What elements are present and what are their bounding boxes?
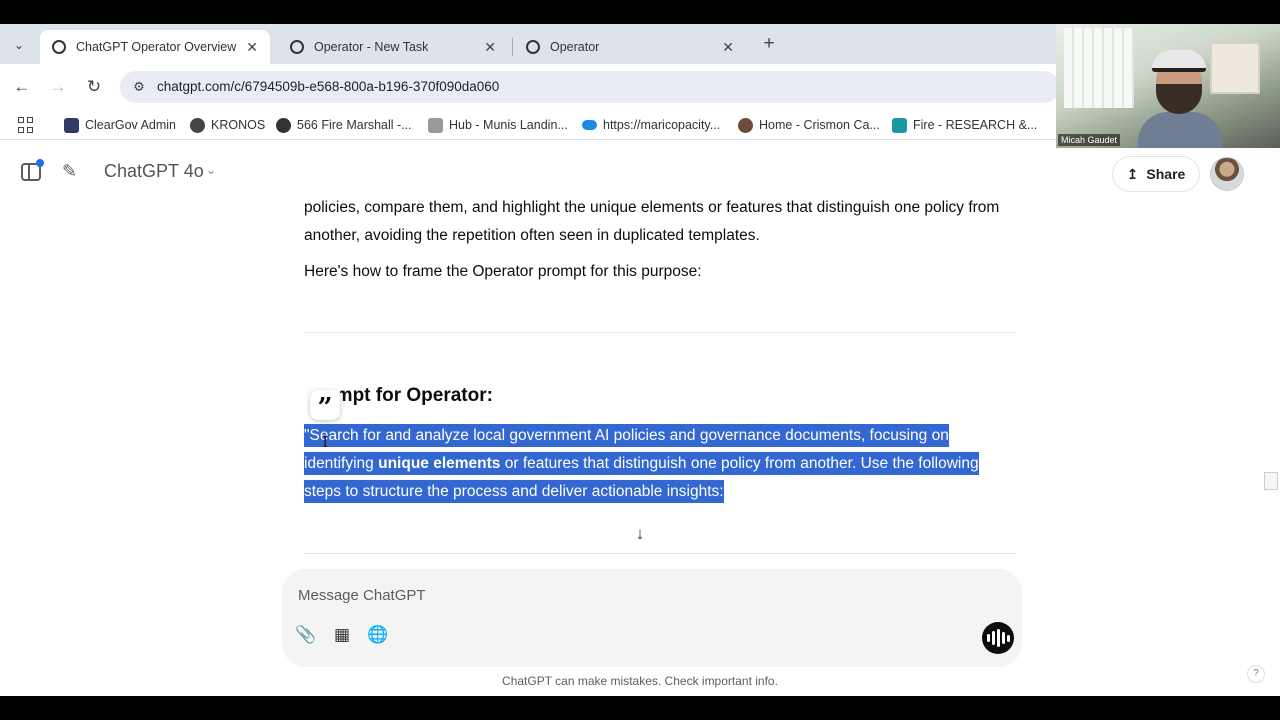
hub-icon [428, 117, 443, 133]
bookmark-label: 566 Fire Marshall -... [297, 118, 412, 132]
scrollbar-thumb[interactable] [1264, 472, 1278, 490]
bookmark-label: Hub - Munis Landin... [449, 118, 568, 132]
voice-mode-button[interactable] [982, 622, 1014, 654]
message-input[interactable] [298, 583, 898, 607]
section-divider [304, 332, 1016, 333]
selected-text-bold: unique elements [378, 455, 501, 472]
close-icon[interactable]: ✕ [484, 39, 496, 56]
user-avatar[interactable] [1210, 157, 1244, 191]
tab-separator [512, 38, 513, 56]
cleargov-icon [64, 117, 79, 133]
openai-icon [290, 40, 304, 54]
presenter-video [1138, 48, 1222, 148]
bookmark-kronos[interactable]: KRONOS [190, 115, 265, 135]
presenter-name: Micah Gaudet [1058, 134, 1121, 146]
bookmark-maricopacity[interactable]: https://maricopacity... [582, 115, 720, 135]
response-paragraph: policies, compare them, and highlight th… [304, 199, 1000, 244]
tab-chatgpt-operator-overview[interactable]: ChatGPT Operator Overview ✕ [40, 30, 270, 64]
bookmark-label: ClearGov Admin [85, 118, 177, 132]
share-button[interactable]: ↥ Share [1112, 156, 1200, 192]
openai-icon [52, 40, 66, 54]
tools-icon[interactable]: ▦ [330, 623, 354, 647]
bookmark-label: KRONOS [211, 118, 266, 132]
globe-search-icon[interactable]: 🌐 [366, 623, 390, 647]
bookmark-label: Home - Crismon Ca... [759, 118, 880, 132]
reload-icon[interactable]: ↻ [83, 76, 105, 98]
cloud-icon [582, 120, 597, 130]
webcam-overlay: Micah Gaudet [1056, 24, 1280, 148]
bookmark-hub-munis[interactable]: Hub - Munis Landin... [428, 115, 568, 135]
tab-title: Operator - New Task [314, 40, 429, 54]
openai-icon [526, 40, 540, 54]
bookmark-label: https://maricopacity... [603, 118, 721, 132]
quote-reply-icon[interactable]: ” [310, 390, 340, 423]
new-chat-pencil-icon[interactable]: ✎ [62, 161, 82, 181]
browser-window: ⌄ ChatGPT Operator Overview ✕ Operator -… [0, 24, 1280, 696]
bookmark-fire-marshall[interactable]: 566 Fire Marshall -... [276, 115, 412, 135]
selected-text-block: "Search for and analyze local government… [304, 422, 1016, 506]
attach-paperclip-icon[interactable]: 📎 [294, 623, 318, 647]
bookmark-crismon[interactable]: Home - Crismon Ca... [738, 115, 880, 135]
tab-title: Operator [550, 40, 600, 54]
bookmark-label: Fire - RESEARCH &... [913, 118, 1038, 132]
text-cursor-icon: I [322, 432, 329, 451]
close-icon[interactable]: ✕ [246, 39, 258, 56]
share-label: Share [1146, 166, 1186, 182]
window-blinds [1064, 28, 1134, 108]
message-composer: 📎 ▦ 🌐 [282, 569, 1022, 667]
bookmark-cleargov-admin[interactable]: ClearGov Admin [64, 115, 176, 135]
crismon-icon [738, 117, 753, 133]
tab-title: ChatGPT Operator Overview [76, 40, 237, 54]
new-tab-plus-icon[interactable]: + [758, 33, 780, 55]
disclaimer-text: ChatGPT can make mistakes. Check importa… [502, 674, 778, 688]
globe-icon [190, 117, 205, 133]
tab-operator-new-task[interactable]: Operator - New Task ✕ [278, 30, 508, 64]
apps-grid-icon[interactable] [18, 117, 34, 133]
notification-dot [36, 159, 44, 167]
back-arrow-icon[interactable]: ← [11, 76, 33, 98]
help-icon[interactable]: ? [1247, 665, 1265, 683]
url-text: chatgpt.com/c/6794509b-e568-800a-b196-37… [157, 79, 500, 94]
model-selector[interactable]: ChatGPT 4o [104, 161, 204, 182]
chevron-down-icon[interactable]: ⌄ [206, 163, 216, 177]
scroll-down-arrow-icon[interactable]: ↓ [628, 522, 652, 546]
section-divider [304, 553, 1016, 554]
address-bar[interactable]: ⚙ chatgpt.com/c/6794509b-e568-800a-b196-… [120, 71, 1060, 103]
close-icon[interactable]: ✕ [722, 39, 734, 56]
tab-operator[interactable]: Operator ✕ [514, 30, 746, 64]
forward-arrow-icon[interactable]: → [47, 76, 69, 98]
tab-search-chevron-icon[interactable]: ⌄ [8, 34, 30, 56]
share-upload-icon: ↥ [1126, 165, 1139, 182]
sharepoint-icon [892, 117, 907, 133]
badge-icon [276, 117, 291, 133]
bookmark-fire-research[interactable]: Fire - RESEARCH &... [892, 115, 1037, 135]
sidebar-toggle-icon[interactable] [21, 159, 44, 181]
response-paragraph: Here's how to frame the Operator prompt … [304, 263, 702, 280]
site-settings-icon[interactable]: ⚙ [130, 78, 148, 96]
